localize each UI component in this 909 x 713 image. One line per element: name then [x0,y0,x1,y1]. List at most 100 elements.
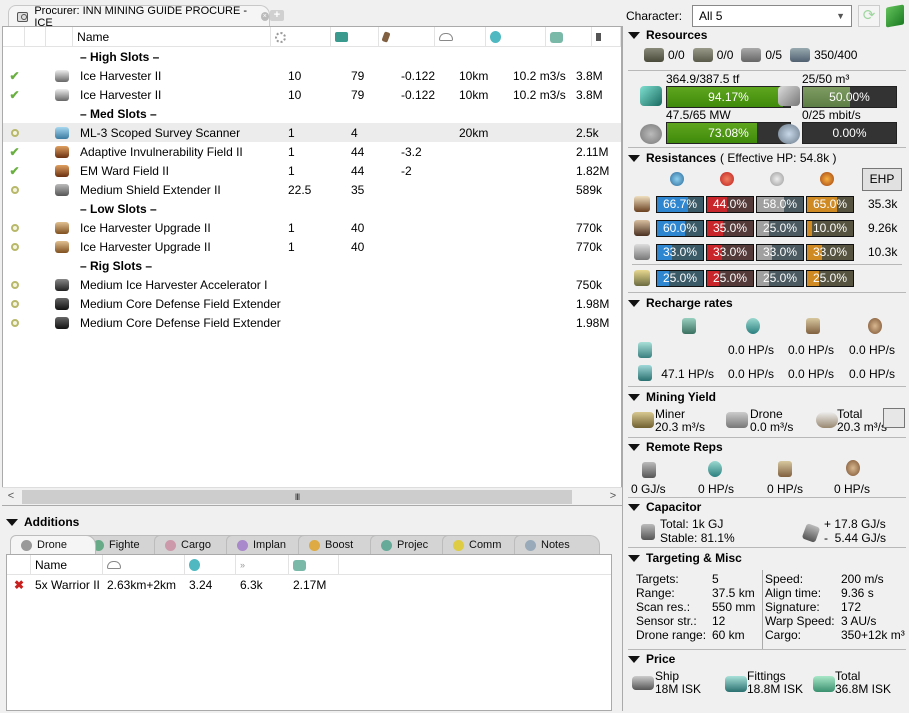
module-row[interactable]: ML-3 Scoped Survey Scanner 1 4 20km 2.5k [3,123,621,142]
col-capacitor[interactable] [379,27,435,47]
module-state[interactable] [3,299,26,308]
scroll-thumb[interactable]: III [22,490,572,504]
scroll-right-arrow[interactable]: > [604,488,622,505]
reinforced-armor: 0.0 HP/s [727,343,774,357]
col-name[interactable]: Name [73,27,272,47]
collapse-triangle-icon [628,554,640,562]
tab-drone[interactable]: Drone [10,535,96,554]
stat-value: 60 km [712,628,745,642]
col-powergrid[interactable] [331,27,380,47]
module-powergrid: 44 [351,144,365,159]
module-active-icon[interactable]: ✔ [9,164,19,178]
remote-reps-section-header[interactable]: Remote Reps [628,440,723,454]
targeting-right-column: Speed: 200 m/s Align time: 9.36 s Signature:… [765,572,905,642]
module-capacitor: -2 [401,163,412,178]
module-icon-cell [48,297,76,310]
resources-section-header[interactable]: Resources [628,28,707,42]
module-row[interactable]: Medium Core Defense Field Extender I 1.98… [3,313,621,332]
targeting-section-header[interactable]: Targeting & Misc [628,551,742,565]
drone-col-state[interactable] [7,555,31,575]
fit-tab[interactable]: Procurer: INN MINING GUIDE PROCURE - ICE… [8,5,270,29]
capacitor-section-header[interactable]: Capacitor [628,500,701,514]
module-active-icon[interactable]: ✔ [9,88,19,102]
resistances-section-header[interactable]: Resistances ( Effective HP: 54.8k ) [628,151,837,165]
module-online-icon[interactable] [10,242,19,251]
drone-col-speed[interactable]: » [236,555,289,575]
col-range[interactable] [435,27,487,47]
drone-col-range[interactable] [103,555,185,575]
module-online-icon[interactable] [10,318,19,327]
drone-list-header: Name » [7,555,611,575]
recharge-section-header[interactable]: Recharge rates [628,296,733,310]
module-state[interactable] [3,242,26,251]
module-row[interactable]: Medium Ice Harvester Accelerator I 750k [3,275,621,294]
col-state[interactable] [3,27,26,47]
module-row[interactable]: ✔ EM Ward Field II 1 44 -2 1.82M [3,161,621,180]
survey-scanner-icon [55,126,69,139]
module-state[interactable] [3,185,26,194]
pane-divider[interactable] [622,26,623,711]
module-state[interactable]: ✔ [3,69,26,83]
module-active-icon[interactable]: ✔ [9,145,19,159]
col-misc[interactable] [486,27,547,47]
drone-state-inactive-icon[interactable]: ✖ [7,578,31,592]
col-cpu[interactable] [271,27,332,47]
slot-group-header[interactable]: – Rig Slots – [3,256,621,275]
drone-col-dps[interactable] [185,555,236,575]
remote-armor-icon [778,461,792,477]
additions-section-header[interactable]: Additions [6,515,79,529]
slot-group-header[interactable]: – High Slots – [3,47,621,66]
ehp-toggle-button[interactable]: EHP [862,168,902,191]
col-blank[interactable] [25,27,47,47]
skills-book-icon[interactable] [886,4,905,28]
hull-repair-icon [868,318,882,334]
resist-explosive-value: 65.0% [812,197,848,211]
module-row[interactable]: ✔ Adaptive Invulnerability Field II 1 44 -3.… [3,142,621,161]
scroll-left-arrow[interactable]: < [2,488,20,505]
module-state[interactable]: ✔ [3,164,26,178]
drone-row[interactable]: ✖ 5x Warrior II 2.63km+2km 3.24 6.3k 2.1… [7,575,611,594]
module-active-icon[interactable]: ✔ [9,69,19,83]
module-online-icon[interactable] [10,299,19,308]
slot-group-header[interactable]: – Low Slots – [3,199,621,218]
character-select[interactable]: All 5 ▼ [692,5,853,27]
tab-label: Notes [541,539,570,551]
module-row[interactable]: ✔ Ice Harvester II 10 79 -0.122 10km 10.2 m3/s… [3,85,621,104]
module-online-icon[interactable] [10,185,19,194]
col-price[interactable] [546,27,593,47]
drone-col-name[interactable]: Name [31,555,103,575]
module-row[interactable]: Ice Harvester Upgrade II 1 40 770k [3,218,621,237]
module-state[interactable] [3,280,26,289]
module-state[interactable]: ✔ [3,145,26,159]
slot-group-header[interactable]: – Med Slots – [3,104,621,123]
price-section-header[interactable]: Price [628,652,675,666]
add-tab-icon[interactable]: + [270,10,284,21]
drone-col-price[interactable] [289,555,339,575]
mining-mode-button[interactable] [883,408,905,428]
col-more[interactable] [592,27,621,47]
module-state[interactable]: ✔ [3,88,26,102]
tab-notes[interactable]: Notes [514,535,600,554]
module-row[interactable]: Medium Shield Extender II 22.5 35 589k [3,180,621,199]
resist-row-hull: 33.0% 33.0% 33.0% 33.0% 10.3k [624,244,909,261]
capacitor-total: Total: 1k GJ [660,517,724,531]
module-online-icon[interactable] [10,280,19,289]
col-icon[interactable] [46,27,74,47]
module-state[interactable] [3,128,26,137]
mining-yield-section-header[interactable]: Mining Yield [628,390,716,404]
module-price: 2.5k [576,125,599,140]
module-state[interactable] [3,318,26,327]
module-row[interactable]: ✔ Ice Harvester II 10 79 -0.122 10km 10.2 m3/s… [3,66,621,85]
targeting-stat: Cargo: 350+12k m³ [765,628,905,642]
horizontal-scrollbar[interactable]: < III > [2,487,622,505]
module-row[interactable]: Ice Harvester Upgrade II 1 40 770k [3,237,621,256]
module-online-icon[interactable] [10,128,19,137]
separator [628,547,906,548]
module-state[interactable] [3,223,26,232]
module-online-icon[interactable] [10,223,19,232]
cpu-bar: 94.17% [666,86,791,108]
refresh-icon[interactable]: ⟳ [858,5,881,27]
module-row[interactable]: Medium Core Defense Field Extender I 1.98… [3,294,621,313]
targeting-stat: Targets: 5 [636,572,755,586]
close-tab-icon[interactable]: × [260,12,269,21]
